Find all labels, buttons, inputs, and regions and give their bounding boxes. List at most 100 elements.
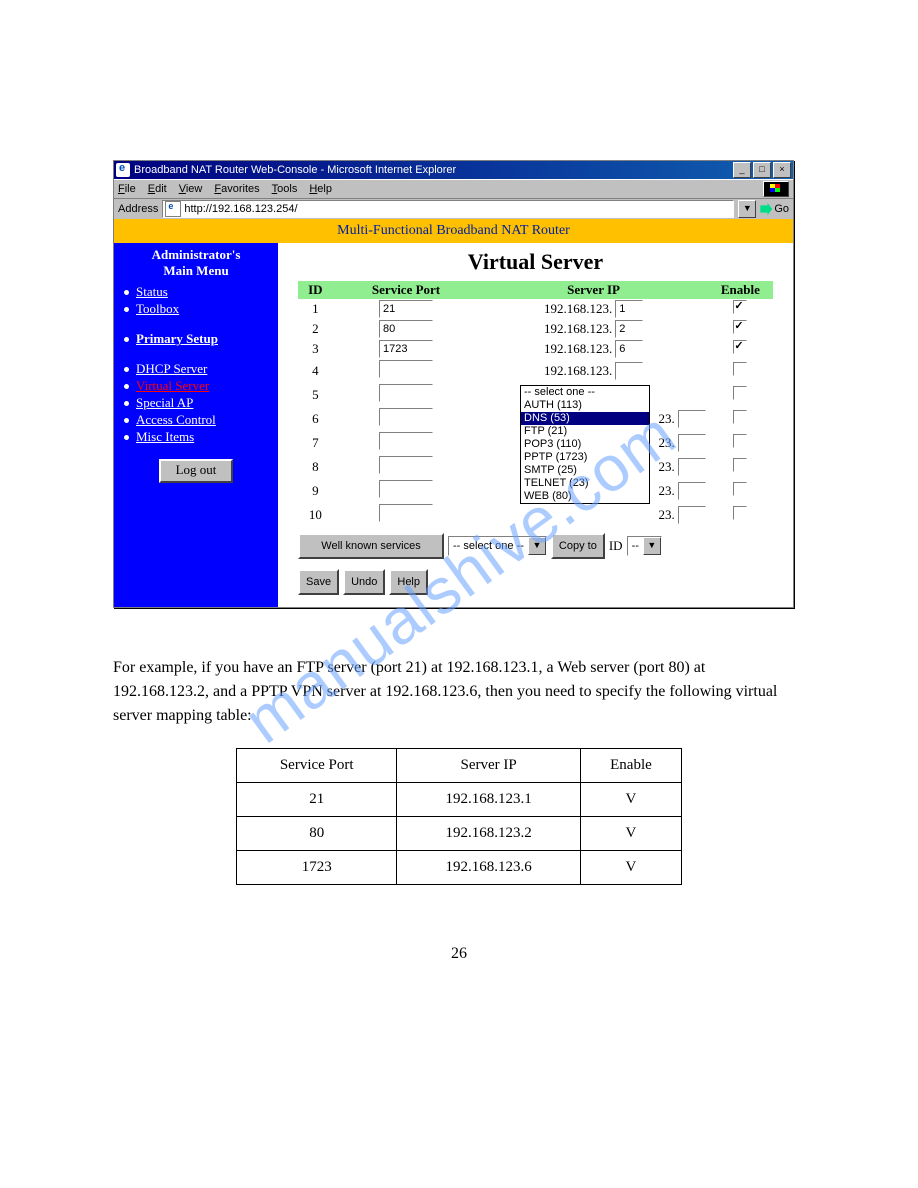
port-input[interactable]: 80 [379,320,433,338]
dropdown-option[interactable]: WEB (80) [521,490,649,503]
go-arrow-icon [760,203,772,215]
dropdown-option[interactable]: AUTH (113) [521,399,649,412]
address-url: http://192.168.123.254/ [184,203,297,215]
undo-button[interactable]: Undo [343,569,385,595]
menu-view[interactable]: View [179,183,203,195]
ip-prefix: 192.168.123. [544,341,612,357]
table-row: 31723192.168.123.6 [298,339,773,359]
ip-input[interactable]: 2 [615,320,643,338]
ip-prefix: 192.168.123. [544,301,612,317]
address-label: Address [118,203,158,215]
dropdown-option[interactable]: -- select one -- [521,386,649,399]
ip-input[interactable] [678,410,706,428]
dropdown-option[interactable]: DNS (53) [521,412,649,425]
port-input[interactable]: 21 [379,300,433,318]
cell-enable: V [580,817,681,851]
chevron-down-icon: ▼ [643,537,661,555]
dropdown-option[interactable]: TELNET (23) [521,477,649,490]
ip-input[interactable] [678,482,706,500]
save-button[interactable]: Save [298,569,339,595]
go-label: Go [774,203,789,215]
enable-checkbox[interactable] [733,362,747,376]
sidebar: Administrator's Main Menu Status Toolbox… [114,243,278,607]
th-enable: Enable [708,281,773,299]
go-button[interactable]: Go [760,203,789,215]
ip-input[interactable] [678,434,706,452]
ip-prefix: 23. [658,411,674,427]
enable-checkbox[interactable] [733,482,747,496]
port-input[interactable] [379,384,433,402]
ip-input[interactable] [678,458,706,476]
enable-checkbox[interactable] [733,340,747,354]
dropdown-option[interactable]: FTP (21) [521,425,649,438]
cell-port: 1723 [237,851,397,885]
menu-file[interactable]: File [118,183,136,195]
page-icon [165,201,181,217]
sidebar-item-toolbox[interactable]: Toolbox [124,301,272,317]
copy-to-button[interactable]: Copy to [551,533,605,559]
enable-checkbox[interactable] [733,458,747,472]
menubar: File Edit View Favorites Tools Help [114,179,793,198]
sidebar-item-virtual-server[interactable]: Virtual Server [124,378,272,394]
port-input[interactable] [379,456,433,474]
cell-id: 5 [298,383,333,407]
ip-input[interactable] [678,506,706,524]
wellknown-label: Well known services [298,533,444,559]
cell-id: 9 [298,479,333,503]
sidebar-item-dhcp[interactable]: DHCP Server [124,361,272,377]
dropdown-option[interactable]: PPTP (1723) [521,451,649,464]
minimize-button[interactable]: _ [733,162,751,178]
chevron-down-icon: ▼ [528,537,546,555]
th-port: Service Port [333,281,480,299]
menu-favorites[interactable]: Favorites [214,183,259,195]
svc-th-port: Service Port [237,749,397,783]
titlebar: Broadband NAT Router Web-Console - Micro… [114,161,793,179]
address-dropdown-icon[interactable]: ▼ [738,200,756,218]
table-row: 4192.168.123. [298,359,773,383]
dropdown-option[interactable]: POP3 (110) [521,438,649,451]
logout-button[interactable]: Log out [159,459,233,483]
enable-checkbox[interactable] [733,320,747,334]
close-button[interactable]: × [773,162,791,178]
enable-checkbox[interactable] [733,410,747,424]
address-bar: Address http://192.168.123.254/ ▼ Go [114,198,793,219]
ip-input[interactable]: 6 [615,340,643,358]
service-mapping-table: Service Port Server IP Enable 21192.168.… [236,748,682,885]
port-input[interactable] [379,360,433,378]
cell-id: 2 [298,319,333,339]
sidebar-item-access-control[interactable]: Access Control [124,412,272,428]
id-select[interactable]: -- ▼ [627,536,662,556]
enable-checkbox[interactable] [733,386,747,400]
sidebar-item-status[interactable]: Status [124,284,272,300]
wellknown-select-value: -- select one -- [453,540,524,552]
address-input[interactable]: http://192.168.123.254/ [162,200,734,218]
wellknown-select[interactable]: -- select one -- ▼ [448,536,547,556]
sidebar-item-special-ap[interactable]: Special AP [124,395,272,411]
sidebar-item-misc[interactable]: Misc Items [124,429,272,445]
ip-prefix: 23. [658,483,674,499]
port-input[interactable] [379,504,433,522]
enable-checkbox[interactable] [733,506,747,520]
menu-help[interactable]: Help [309,183,332,195]
svc-th-ip: Server IP [397,749,581,783]
maximize-button[interactable]: □ [753,162,771,178]
help-button[interactable]: Help [389,569,428,595]
main-panel: Virtual Server ID Service Port Server IP… [278,243,793,607]
dropdown-option[interactable]: SMTP (25) [521,464,649,477]
port-input[interactable] [379,480,433,498]
port-input[interactable]: 1723 [379,340,433,358]
service-dropdown-list[interactable]: -- select one --AUTH (113)DNS (53)FTP (2… [520,385,650,504]
ip-input[interactable]: 1 [615,300,643,318]
table-row: 1023. [298,503,773,527]
ip-prefix: 192.168.123. [544,363,612,379]
port-input[interactable] [379,408,433,426]
table-row: 1723192.168.123.6V [237,851,682,885]
enable-checkbox[interactable] [733,300,747,314]
menu-tools[interactable]: Tools [272,183,298,195]
menu-edit[interactable]: Edit [148,183,167,195]
port-input[interactable] [379,432,433,450]
ip-input[interactable] [615,362,643,380]
page-number: 26 [113,945,805,963]
enable-checkbox[interactable] [733,434,747,448]
sidebar-item-primary-setup[interactable]: Primary Setup [124,331,272,347]
